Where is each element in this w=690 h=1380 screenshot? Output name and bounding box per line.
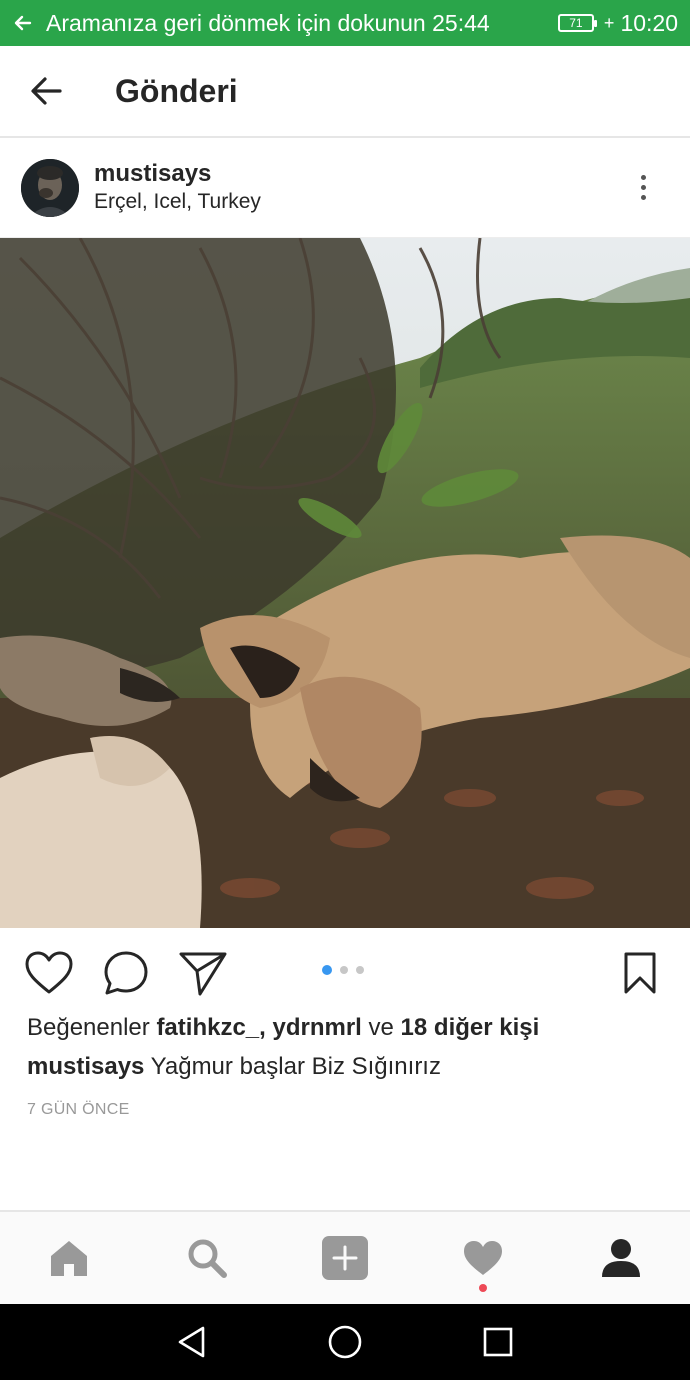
- more-vertical-icon: [640, 175, 646, 180]
- recents-square-icon[interactable]: [468, 1316, 528, 1368]
- clock: 10:20: [620, 9, 678, 36]
- call-timer: 25:44: [432, 9, 490, 36]
- battery-level: 71: [569, 16, 583, 30]
- return-text: Aramanıza geri dönmek için dokunun: [46, 9, 426, 36]
- carousel-dot-active: [322, 965, 332, 975]
- back-button[interactable]: [0, 45, 92, 137]
- carousel-dot: [340, 966, 348, 974]
- post-photo[interactable]: [0, 238, 690, 928]
- status-indicators: 71 + 10:20: [557, 9, 690, 37]
- post-caption: mustisays Yağmur başlar Biz Sığınırız: [27, 1053, 441, 1081]
- tab-search[interactable]: [138, 1212, 276, 1304]
- caption-author[interactable]: mustisays: [27, 1053, 144, 1080]
- arrow-left-icon: [31, 77, 62, 105]
- app-header: Gönderi: [0, 46, 690, 138]
- return-to-call-text[interactable]: Aramanıza geri dönmek için dokunun 25:44: [46, 10, 558, 37]
- paper-plane-icon: [179, 952, 227, 996]
- bottom-tab-bar: [0, 1210, 690, 1304]
- post-username[interactable]: mustisays: [94, 160, 620, 188]
- heart-icon: [464, 1241, 502, 1275]
- comment-button[interactable]: [101, 948, 151, 998]
- heart-outline-icon: [25, 951, 73, 994]
- bookmark-icon: [624, 952, 656, 994]
- carousel-dot: [356, 966, 364, 974]
- tab-activity[interactable]: [414, 1212, 552, 1304]
- share-button[interactable]: [178, 948, 228, 998]
- page-title: Gönderi: [115, 72, 238, 109]
- likes-connector: ve: [368, 1014, 394, 1041]
- home-circle-icon[interactable]: [315, 1316, 375, 1368]
- likes-others[interactable]: 18 diğer kişi: [401, 1014, 540, 1041]
- likes-prefix: Beğenenler: [27, 1014, 150, 1041]
- add-post-icon: [322, 1236, 368, 1280]
- status-bar[interactable]: Aramanıza geri dönmek için dokunun 25:44…: [0, 0, 690, 46]
- tab-profile[interactable]: [552, 1212, 690, 1304]
- caption-text: Yağmur başlar Biz Sığınırız: [150, 1053, 441, 1080]
- carousel-indicator: [322, 965, 364, 975]
- more-options-button[interactable]: [620, 165, 666, 211]
- tab-add-post[interactable]: [276, 1212, 414, 1304]
- home-icon: [51, 1241, 87, 1276]
- like-button[interactable]: [24, 948, 74, 998]
- search-icon: [188, 1239, 227, 1278]
- likes-users[interactable]: fatihkzc_, ydrnmrl: [156, 1014, 361, 1041]
- tab-home[interactable]: [0, 1212, 138, 1304]
- user-info: mustisays Erçel, Icel, Turkey: [94, 160, 620, 216]
- system-nav-bar: [0, 1304, 690, 1380]
- return-arrow-icon[interactable]: [0, 13, 46, 33]
- back-triangle-icon[interactable]: [162, 1316, 222, 1368]
- post-photo-image: [0, 238, 690, 928]
- post-location[interactable]: Erçel, Icel, Turkey: [94, 188, 620, 216]
- comment-icon: [104, 951, 148, 995]
- likes-summary[interactable]: Beğenenler fatihkzc_, ydrnmrl ve 18 diğe…: [27, 1014, 539, 1042]
- profile-icon: [602, 1239, 640, 1277]
- post-header: mustisays Erçel, Icel, Turkey: [0, 138, 690, 238]
- save-button[interactable]: [615, 948, 665, 998]
- battery-icon: 71: [557, 14, 597, 32]
- notification-dot: [479, 1284, 487, 1292]
- charging-icon: +: [603, 12, 615, 33]
- avatar[interactable]: [21, 158, 79, 217]
- post-timestamp: 7 GÜN ÖNCE: [27, 1101, 130, 1118]
- app-screen: Aramanıza geri dönmek için dokunun 25:44…: [0, 0, 690, 1380]
